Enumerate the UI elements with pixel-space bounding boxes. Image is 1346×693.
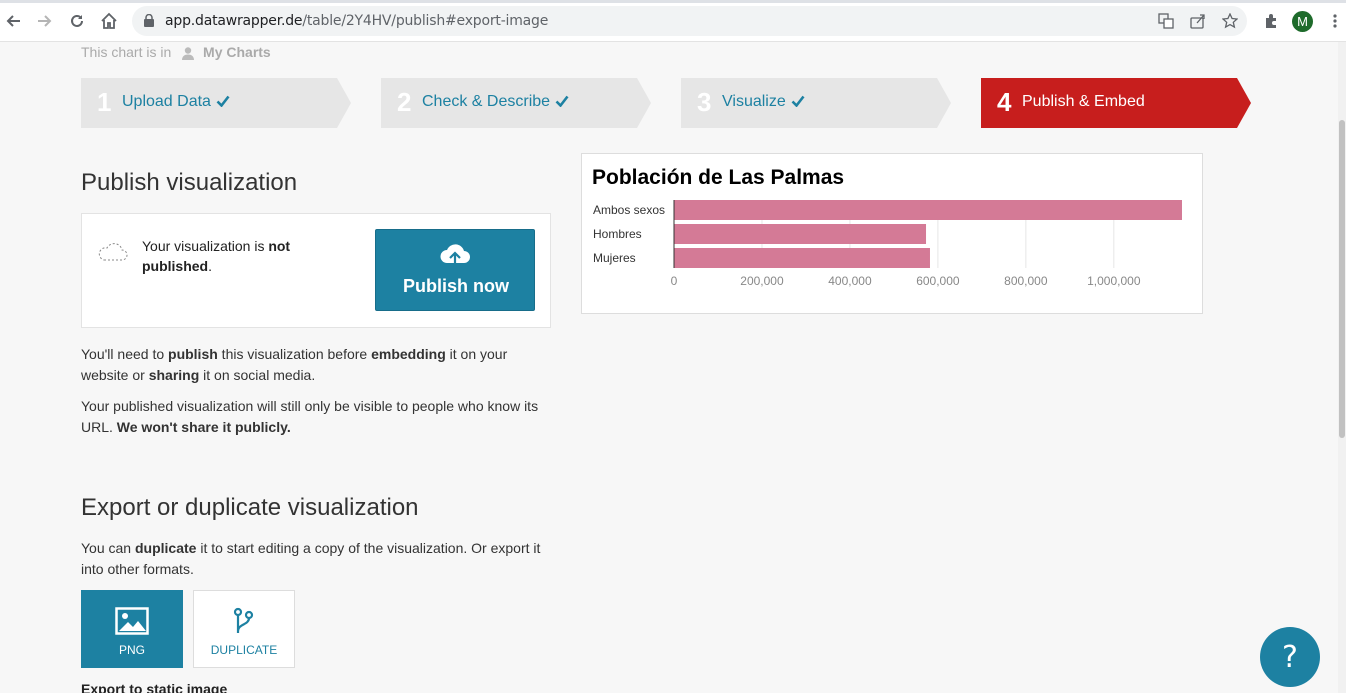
publish-now-button[interactable]: Publish now	[375, 229, 535, 311]
url-text: app.datawrapper.de/table/2Y4HV/publish#e…	[165, 13, 549, 29]
page-scrollbar[interactable]	[1338, 42, 1346, 693]
text-run: it on social media.	[199, 367, 316, 383]
back-icon[interactable]	[0, 8, 26, 34]
reload-icon[interactable]	[64, 8, 90, 34]
scrollbar-thumb[interactable]	[1339, 120, 1345, 438]
x-tick-label: 1,000,000	[1087, 274, 1141, 288]
duplicate-label: DUPLICATE	[210, 643, 278, 657]
text-run: You can	[81, 540, 135, 556]
step-check-describe[interactable]: 2 Check & Describe	[381, 78, 651, 128]
step-label: Upload Data	[122, 93, 230, 111]
step-label: Check & Describe	[422, 93, 569, 111]
export-info: You can duplicate it to start editing a …	[81, 538, 551, 580]
extensions-icon[interactable]	[1260, 10, 1282, 32]
step-number: 4	[997, 87, 1012, 117]
cloud-upload-icon	[440, 244, 470, 268]
step-arrow	[937, 78, 951, 128]
check-icon	[216, 95, 230, 107]
step-number: 2	[397, 87, 412, 117]
chart-location: This chart is in My Charts	[81, 44, 271, 63]
publish-info-2: Your published visualization will still …	[81, 396, 551, 438]
bar-chart: 0 200,000 400,000 600,000 800,000 1,000,000 Am…	[593, 200, 1182, 288]
step-number: 1	[97, 87, 112, 117]
x-tick-label: 400,000	[828, 274, 872, 288]
folder-link[interactable]: My Charts	[203, 44, 271, 60]
address-bar[interactable]: app.datawrapper.de/table/2Y4HV/publish#e…	[132, 6, 1247, 36]
publish-info-1: You'll need to publish this visualizatio…	[81, 344, 551, 386]
step-number: 3	[697, 87, 712, 117]
bookmark-star-icon[interactable]	[1221, 12, 1239, 30]
bar	[674, 200, 1182, 220]
publish-heading: Publish visualization	[81, 169, 298, 196]
step-label: Publish & Embed	[1022, 93, 1145, 110]
x-tick-label: 200,000	[740, 274, 784, 288]
category-label: Hombres	[593, 227, 642, 241]
x-tick-label: 0	[671, 274, 678, 288]
png-label: PNG	[118, 643, 145, 657]
share-icon[interactable]	[1189, 12, 1207, 30]
step-arrow	[337, 78, 351, 128]
step-visualize[interactable]: 3 Visualize	[681, 78, 951, 128]
chart-location-label: This chart is in	[81, 44, 172, 60]
translate-icon[interactable]	[1157, 12, 1175, 30]
category-label: Ambos sexos	[593, 203, 665, 217]
text-run: We won't share it publicly.	[116, 419, 291, 435]
text-run: duplicate	[134, 540, 197, 556]
text-run: sharing	[148, 367, 200, 383]
x-tick-label: 800,000	[1004, 274, 1048, 288]
profile-avatar[interactable]: M	[1292, 11, 1313, 32]
browser-toolbar: app.datawrapper.de/table/2Y4HV/publish#e…	[0, 0, 1346, 42]
text-run: You'll need to	[81, 346, 169, 362]
tab-strip	[0, 0, 1346, 3]
export-png-button[interactable]: PNG	[81, 590, 183, 668]
fork-icon	[233, 607, 254, 633]
bar	[674, 248, 930, 268]
publish-status: Your visualization is not published.	[142, 238, 291, 274]
user-icon	[181, 46, 195, 63]
step-label: Visualize	[722, 93, 805, 111]
step-arrow	[637, 78, 651, 128]
text-run: publish	[168, 346, 218, 362]
duplicate-button[interactable]: DUPLICATE	[193, 590, 295, 668]
text-run: embedding	[371, 346, 446, 362]
export-heading: Export or duplicate visualization	[81, 494, 419, 521]
bar	[674, 224, 927, 244]
publish-now-label: Publish now	[403, 276, 509, 296]
chart-preview: Población de Las Palmas 0 200,000 400,000 6…	[581, 153, 1203, 314]
x-tick-label: 600,000	[916, 274, 960, 288]
more-menu-icon[interactable]	[1324, 10, 1346, 32]
text-run: this visualization before	[217, 346, 372, 362]
home-icon[interactable]	[96, 8, 122, 34]
step-upload-data[interactable]: 1 Upload Data	[81, 78, 351, 128]
step-publish-embed[interactable]: 4 Publish & Embed	[981, 78, 1251, 128]
check-icon	[555, 95, 569, 107]
step-arrow	[1237, 78, 1251, 128]
help-button[interactable]: ?	[1260, 627, 1320, 687]
image-icon	[115, 607, 149, 635]
cloud-outline-icon	[98, 243, 128, 261]
forward-icon[interactable]	[32, 8, 58, 34]
lock-icon	[144, 14, 154, 27]
category-label: Mujeres	[593, 251, 636, 265]
publish-panel: Your visualization is not published. Pub…	[81, 213, 551, 328]
check-icon	[791, 95, 805, 107]
export-static-heading: Export to static image	[81, 681, 228, 693]
